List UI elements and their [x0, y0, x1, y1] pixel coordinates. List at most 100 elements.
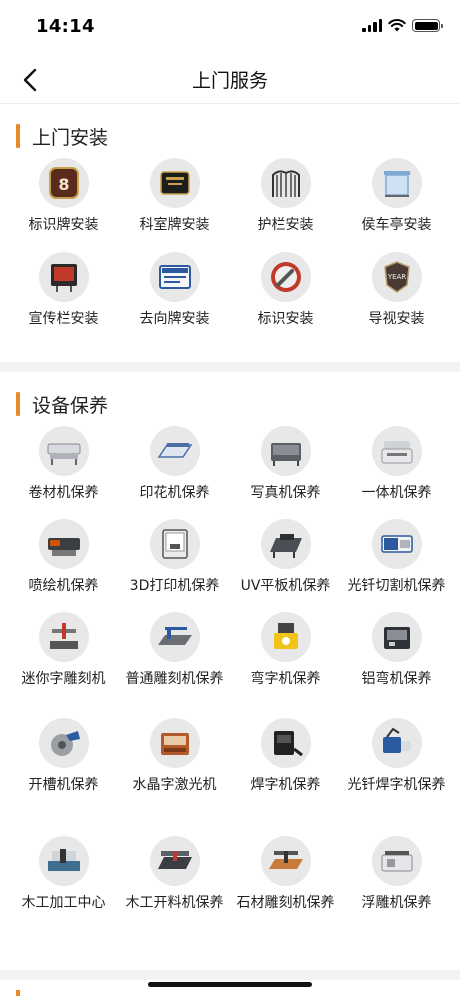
service-item[interactable]: 光钎切割机保养: [341, 519, 452, 612]
office-plaque-icon: [149, 158, 200, 208]
letter-bender-icon: [260, 612, 311, 662]
section-header: 设备保养: [0, 390, 460, 418]
service-item-label: 侯车亭安装: [361, 217, 432, 233]
wood-cutter-icon: [149, 836, 200, 886]
maintenance-grid: 卷材机保养 印花机保养 写真机保养 一体机保养 喷绘机保养 3D打印机保养 UV平板机保养光…: [0, 426, 460, 954]
next-section-accent-bar: [16, 990, 20, 996]
service-item[interactable]: 浮雕机保养: [341, 836, 452, 954]
service-item-label: 铝弯机保养: [361, 671, 432, 687]
service-item-label: 开槽机保养: [28, 777, 99, 793]
service-item-label: 弯字机保养: [250, 671, 321, 687]
service-item[interactable]: 铝弯机保养: [341, 612, 452, 718]
wrench-badge-icon: [260, 252, 311, 302]
service-item-label: 一体机保养: [361, 485, 432, 501]
service-item-label: 写真机保养: [250, 485, 321, 501]
service-item[interactable]: 印花机保养: [119, 426, 230, 519]
section-accent-bar: [16, 124, 20, 148]
service-item[interactable]: 去向牌安装: [119, 252, 230, 346]
service-item-label: 光钎切割机保养: [347, 578, 446, 594]
laser-machine-icon: [149, 718, 200, 768]
service-item[interactable]: 焊字机保养: [230, 718, 341, 836]
section-divider: [0, 970, 460, 980]
roll-printer-icon: [38, 426, 89, 476]
service-item[interactable]: 一体机保养: [341, 426, 452, 519]
relief-machine-icon: [371, 836, 422, 886]
service-item-label: 焊字机保养: [250, 777, 321, 793]
cellular-signal-icon: [362, 19, 382, 32]
service-item-label: 光钎焊字机保养: [347, 777, 446, 793]
service-item[interactable]: 卷材机保养: [8, 426, 119, 519]
service-item[interactable]: 石材雕刻机保养: [230, 836, 341, 954]
section-header: 上门安装: [0, 122, 460, 150]
year-badge-icon: YEAR: [371, 252, 422, 302]
service-item-label: 水晶字激光机: [132, 777, 217, 793]
service-item[interactable]: 光钎焊字机保养: [341, 718, 452, 836]
svg-text:8: 8: [58, 175, 69, 194]
service-item[interactable]: 喷绘机保养: [8, 519, 119, 612]
wifi-icon: [388, 19, 406, 32]
section-accent-bar: [16, 392, 20, 416]
fiber-cutter-icon: [371, 519, 422, 569]
service-item-label: 宣传栏安装: [28, 311, 99, 327]
stone-engraver-icon: [260, 836, 311, 886]
service-item[interactable]: 弯字机保养: [230, 612, 341, 718]
engraver-icon: [149, 612, 200, 662]
railing-gate-icon: [260, 158, 311, 208]
section-divider: [0, 362, 460, 372]
service-item-label: UV平板机保养: [240, 578, 331, 594]
status-bar: 14:14: [0, 0, 460, 54]
direction-board-icon: [149, 252, 200, 302]
aluminum-bender-icon: [371, 612, 422, 662]
fiber-welder-icon: [371, 718, 422, 768]
service-item-label: 石材雕刻机保养: [236, 895, 335, 911]
service-item[interactable]: 迷你字雕刻机: [8, 612, 119, 718]
all-in-one-printer-icon: [371, 426, 422, 476]
woodworking-center-icon: [38, 836, 89, 886]
service-item-label: 导视安装: [368, 311, 425, 327]
section-maintenance: 设备保养 卷材机保养 印花机保养 写真机保养 一体机保养喷绘机保养 3D打印机保养 UV平…: [0, 372, 460, 970]
status-icons: [362, 19, 443, 32]
service-item-label: 标识安装: [257, 311, 314, 327]
mini-engraver-icon: [38, 612, 89, 662]
home-indicator: [148, 982, 312, 987]
service-item[interactable]: 水晶字激光机: [119, 718, 230, 836]
service-item-label: 护栏安装: [257, 217, 314, 233]
service-item[interactable]: 木工加工中心: [8, 836, 119, 954]
status-time: 14:14: [36, 16, 95, 37]
service-item[interactable]: 3D打印机保养: [119, 519, 230, 612]
service-item[interactable]: YEAR 导视安装: [341, 252, 452, 346]
service-item[interactable]: 木工开料机保养: [119, 836, 230, 954]
service-item-label: 喷绘机保养: [28, 578, 99, 594]
service-item[interactable]: 写真机保养: [230, 426, 341, 519]
inkjet-printer-icon: [38, 519, 89, 569]
service-item[interactable]: 普通雕刻机保养: [119, 612, 230, 718]
service-item-label: 3D打印机保养: [129, 578, 220, 594]
service-item[interactable]: 护栏安装: [230, 158, 341, 252]
section-title: 设备保养: [32, 394, 109, 417]
service-item-label: 木工加工中心: [21, 895, 106, 911]
section-installation: 上门安装 8 标识牌安装 科室牌安装 护栏安装 侯车亭安装宣传栏安装 去向牌安装 标识安装 Y…: [0, 104, 460, 362]
service-item[interactable]: 标识安装: [230, 252, 341, 346]
svg-text:YEAR: YEAR: [386, 273, 405, 281]
service-item[interactable]: 宣传栏安装: [8, 252, 119, 346]
sign-plaque-8f-icon: 8: [38, 158, 89, 208]
service-item[interactable]: 侯车亭安装: [341, 158, 452, 252]
service-item-label: 科室牌安装: [139, 217, 210, 233]
battery-icon: [412, 19, 443, 32]
service-item-label: 普通雕刻机保养: [125, 671, 224, 687]
service-item[interactable]: 科室牌安装: [119, 158, 230, 252]
photo-printer-icon: [260, 426, 311, 476]
service-item[interactable]: 开槽机保养: [8, 718, 119, 836]
service-item-label: 印花机保养: [139, 485, 210, 501]
page-title: 上门服务: [191, 70, 268, 92]
uv-flatbed-icon: [260, 519, 311, 569]
service-item-label: 标识牌安装: [28, 217, 99, 233]
installation-grid: 8 标识牌安装 科室牌安装 护栏安装 侯车亭安装宣传栏安装 去向牌安装 标识安装 YEAR 导视…: [0, 158, 460, 346]
service-item[interactable]: 8 标识牌安装: [8, 158, 119, 252]
service-item[interactable]: UV平板机保养: [230, 519, 341, 612]
service-item-label: 卷材机保养: [28, 485, 99, 501]
navigation-bar: 上门服务: [0, 54, 460, 104]
groove-cutter-icon: [38, 718, 89, 768]
service-item-label: 浮雕机保养: [361, 895, 432, 911]
bulletin-board-icon: [38, 252, 89, 302]
